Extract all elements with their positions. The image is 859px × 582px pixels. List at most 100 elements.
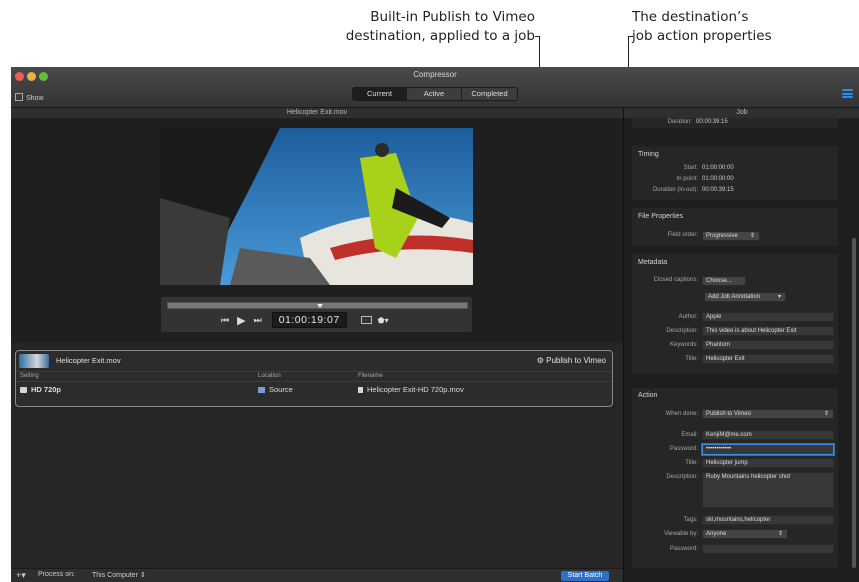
author-label: Author: bbox=[678, 314, 698, 320]
in-point-label: In point: bbox=[676, 176, 698, 182]
add-icon: + bbox=[16, 570, 22, 580]
metadata-section: Metadata Closed captions: Choose... Add … bbox=[632, 254, 838, 374]
vimeo-description-field[interactable]: Ruby Mountains helicopter shot bbox=[702, 472, 834, 508]
callout-leader-tick bbox=[535, 36, 540, 37]
email-label: Email: bbox=[681, 432, 698, 438]
viewable-by-popup[interactable]: Anyone ⇕ bbox=[702, 529, 788, 539]
title-field[interactable]: Helicopter Exit bbox=[702, 354, 834, 364]
job-action-label[interactable]: ⚙ Publish to Vimeo bbox=[537, 356, 606, 365]
email-field[interactable]: KenjiM@me.com bbox=[702, 430, 834, 440]
add-menu-button[interactable]: +▾ bbox=[16, 570, 26, 581]
author-field[interactable]: Apple bbox=[702, 312, 834, 322]
tab-completed[interactable]: Completed bbox=[462, 88, 517, 100]
duration-in-out-value: 00:00:39:15 bbox=[702, 187, 734, 193]
vimeo-title-field[interactable]: Helicopter jump bbox=[702, 458, 834, 468]
inspector-header: Job bbox=[624, 108, 859, 118]
field-order-label: Field order: bbox=[667, 232, 698, 238]
previous-frame-icon[interactable]: ⏮ bbox=[221, 315, 229, 326]
output-row[interactable]: HD 720p Source Helicopter Exit-HD 720p.m… bbox=[16, 382, 612, 396]
next-frame-icon[interactable]: ⏭ bbox=[254, 315, 262, 326]
marker-menu-icon[interactable]: ⬟▾ bbox=[378, 316, 389, 325]
playhead-icon[interactable] bbox=[317, 304, 323, 308]
timeline-scrubber[interactable] bbox=[167, 302, 468, 309]
description-label: Description: bbox=[666, 328, 698, 334]
video-password-label: Password: bbox=[669, 546, 698, 552]
chevron-down-icon: ▾ bbox=[777, 294, 781, 300]
callout-vimeo-destination: Built-in Publish to Vimeo destination, a… bbox=[323, 8, 535, 46]
keywords-label: Keywords: bbox=[669, 342, 698, 348]
viewable-by-value: Anyone bbox=[706, 531, 727, 537]
process-on-label: Process on: bbox=[38, 571, 75, 578]
inspector-scrollbar[interactable] bbox=[852, 238, 856, 568]
column-location[interactable]: Location bbox=[258, 373, 281, 379]
file-icon bbox=[358, 387, 363, 393]
transport-controls: ⏮ ▶ ⏭ 01:00:19:07 ⬟▾ bbox=[221, 311, 389, 329]
output-filename: Helicopter Exit-HD 720p.mov bbox=[367, 385, 464, 394]
tags-label: Tags: bbox=[683, 517, 698, 523]
when-done-label: When done: bbox=[665, 411, 698, 417]
description-field[interactable]: This video is about Helicopter Exit bbox=[702, 326, 834, 336]
password-field[interactable]: •••••••••••• bbox=[702, 444, 834, 455]
job-thumbnail bbox=[19, 354, 49, 368]
metadata-title: Metadata bbox=[638, 259, 668, 266]
setting-icon bbox=[20, 387, 27, 393]
popup-arrows-icon: ⇕ bbox=[823, 411, 829, 417]
column-setting[interactable]: Setting bbox=[20, 373, 39, 379]
duration-in-out-label: Duration (in-out): bbox=[652, 187, 698, 193]
title-bar: Compressor Show Current Active Completed bbox=[11, 67, 859, 108]
start-batch-button[interactable]: Start Batch bbox=[561, 571, 609, 581]
viewable-by-label: Viewable by: bbox=[664, 531, 698, 537]
choose-captions-button[interactable]: Choose... bbox=[702, 276, 746, 286]
setting-cell: HD 720p bbox=[20, 385, 61, 394]
add-job-annotation-popup[interactable]: Add Job Annotation ▾ bbox=[704, 292, 786, 302]
callout-line: destination, applied to a job bbox=[345, 28, 535, 44]
field-order-value: Progressive bbox=[706, 233, 738, 239]
view-tabs: Current Active Completed bbox=[352, 87, 518, 101]
popup-arrows-icon: ⇕ bbox=[749, 233, 755, 239]
vimeo-description-label: Description: bbox=[666, 474, 698, 480]
bottom-bar: +▾ Process on: This Computer ⇕ Start Bat… bbox=[11, 568, 623, 582]
destination-label: Publish to Vimeo bbox=[546, 356, 606, 365]
password-label: Password: bbox=[669, 446, 698, 452]
duration-label: Duration: bbox=[667, 119, 692, 125]
field-order-popup[interactable]: Progressive ⇕ bbox=[702, 231, 760, 241]
cut-off-row: Duration: 00:00:39:15 bbox=[632, 118, 838, 128]
column-headers: Setting Location Filename bbox=[16, 372, 612, 382]
timing-title: Timing bbox=[638, 151, 659, 158]
title-label: Title: bbox=[685, 356, 698, 362]
video-password-field[interactable] bbox=[702, 544, 834, 554]
callout-line: The destination’s bbox=[632, 9, 749, 25]
add-job-annotation-label: Add Job Annotation bbox=[708, 294, 761, 300]
video-frame bbox=[160, 128, 473, 285]
when-done-value: Publish to Vimeo bbox=[706, 411, 751, 417]
keywords-field[interactable]: Phantom bbox=[702, 340, 834, 350]
folder-icon bbox=[258, 387, 265, 393]
process-on-popup[interactable]: This Computer ⇕ bbox=[92, 571, 146, 579]
location-name: Source bbox=[269, 385, 293, 394]
play-icon[interactable]: ▶ bbox=[237, 314, 245, 327]
timecode-display[interactable]: 01:00:19:07 bbox=[271, 312, 347, 328]
show-label: Show bbox=[26, 95, 44, 102]
video-still-image bbox=[160, 128, 473, 285]
file-properties-title: File Properties bbox=[638, 213, 684, 220]
job-header: Helicopter Exit.mov ⚙ Publish to Vimeo bbox=[16, 351, 612, 372]
tab-active[interactable]: Active bbox=[407, 88, 462, 100]
when-done-popup[interactable]: Publish to Vimeo ⇕ bbox=[702, 409, 834, 419]
job-item[interactable]: Helicopter Exit.mov ⚙ Publish to Vimeo S… bbox=[15, 350, 613, 407]
start-label: Start: bbox=[683, 165, 698, 171]
file-properties-section: File Properties Field order: Progressive… bbox=[632, 208, 838, 246]
vimeo-title-label: Title: bbox=[685, 460, 698, 466]
view-mode-icon[interactable] bbox=[360, 316, 372, 324]
column-filename[interactable]: Filename bbox=[358, 373, 383, 379]
action-title: Action bbox=[638, 392, 658, 399]
job-name: Helicopter Exit.mov bbox=[56, 356, 121, 365]
show-button[interactable]: Show bbox=[15, 93, 44, 102]
compressor-window: Compressor Show Current Active Completed… bbox=[11, 67, 859, 582]
tab-current[interactable]: Current bbox=[353, 88, 407, 100]
location-cell: Source bbox=[258, 385, 293, 394]
in-point-value: 01:00:00:00 bbox=[702, 176, 734, 182]
inspector-toggle-icon[interactable] bbox=[842, 89, 853, 98]
closed-captions-label: Closed captions: bbox=[653, 277, 698, 283]
tags-field[interactable]: ski,mountains,helicopter bbox=[702, 515, 834, 525]
timing-section: Timing Start: 01:00:00:00 In point: 01:0… bbox=[632, 146, 838, 200]
